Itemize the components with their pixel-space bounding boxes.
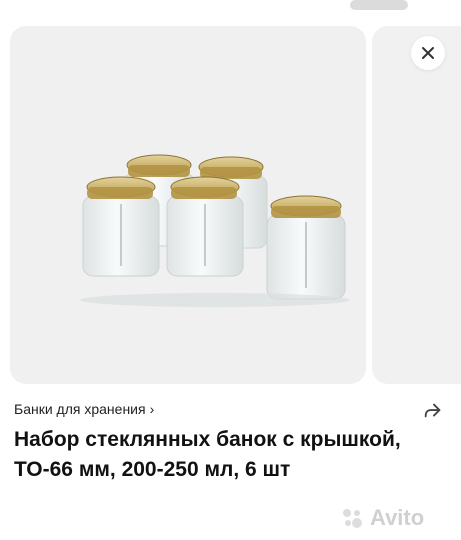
breadcrumb-label: Банки для хранения: [14, 401, 146, 417]
jar-front-left: [82, 176, 160, 277]
product-page: Банки для хранения › Набор стеклянных ба…: [0, 0, 461, 540]
close-icon: [422, 47, 434, 59]
watermark-text: Avito: [370, 505, 425, 530]
product-image-gallery[interactable]: [10, 26, 461, 384]
status-bar-indicator: [350, 0, 408, 10]
share-icon: [424, 403, 441, 418]
jars-photo: [80, 154, 350, 307]
product-photo[interactable]: [10, 26, 366, 384]
product-title: Набор стеклянных банок с крышкой, ТО-66 …: [14, 428, 401, 481]
next-photo-preview[interactable]: [372, 26, 461, 384]
chevron-right-icon: ›: [149, 401, 155, 417]
avito-logo-icon: [343, 509, 362, 528]
breadcrumb[interactable]: Банки для хранения ›: [14, 401, 154, 417]
jar-front-middle: [166, 176, 244, 277]
jar-front-right: [266, 195, 346, 300]
avito-watermark: Avito: [340, 505, 424, 531]
close-button[interactable]: [411, 36, 445, 70]
share-button[interactable]: [420, 398, 446, 424]
